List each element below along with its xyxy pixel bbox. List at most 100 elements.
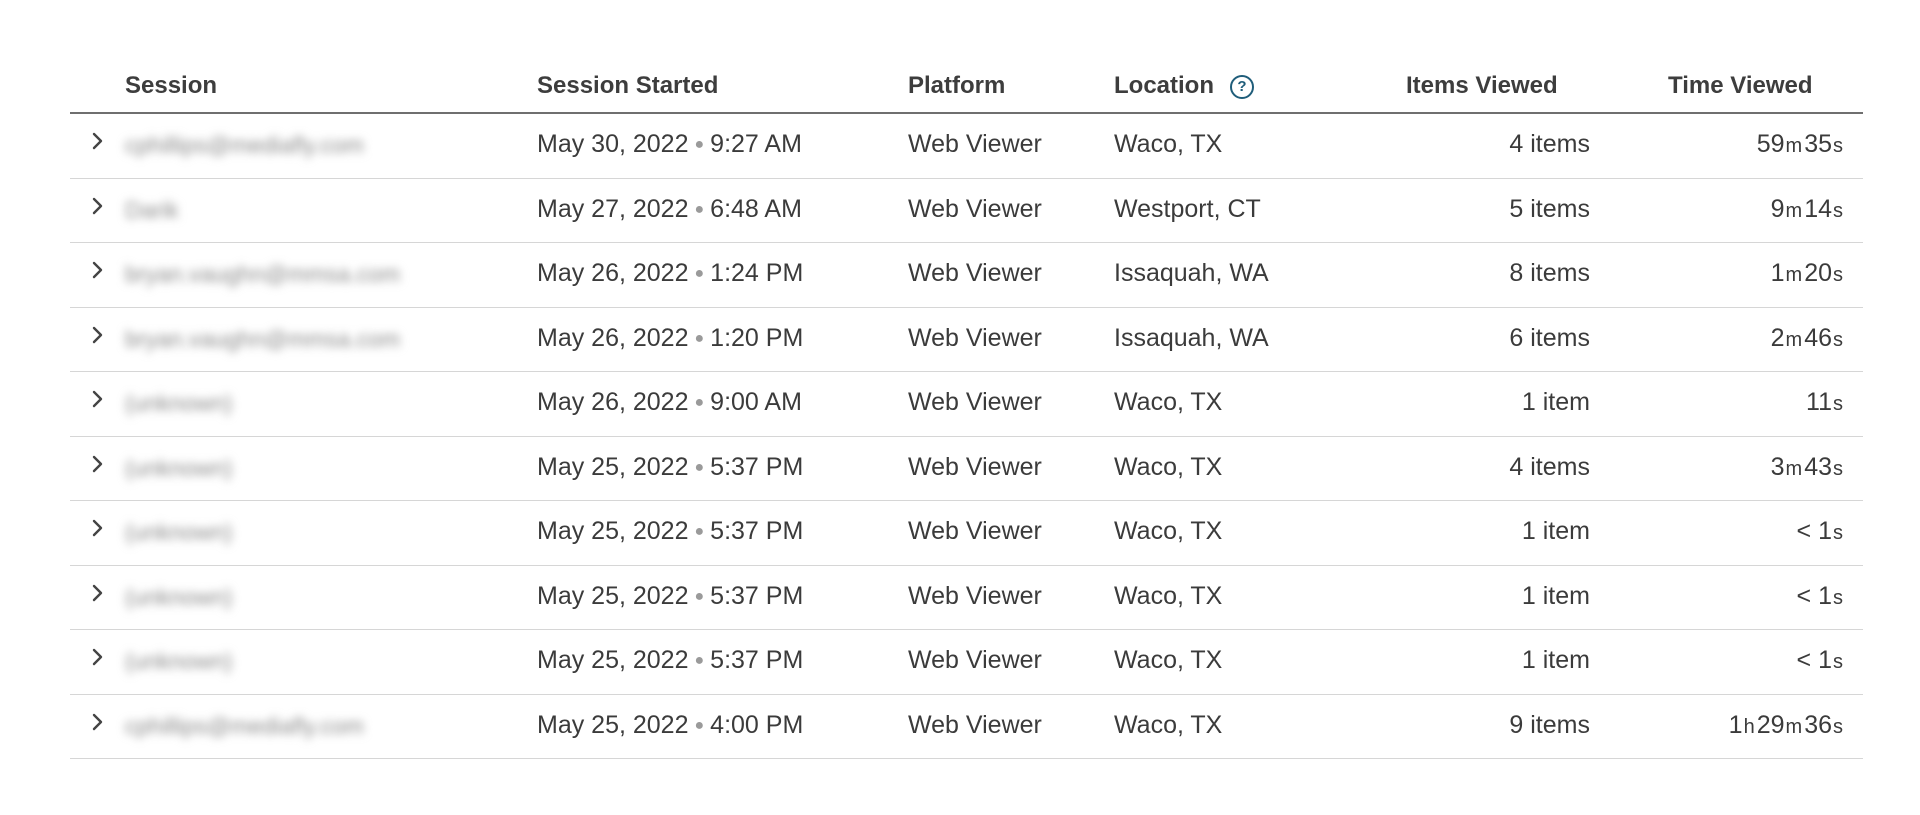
location: Issaquah, WA xyxy=(1114,323,1269,352)
chevron-right-icon[interactable] xyxy=(88,386,108,412)
session-started: May 25, 2022 ● 5:37 PM xyxy=(537,582,803,611)
time-viewed: 1h29m36s xyxy=(1729,711,1843,740)
duration-value: 9 xyxy=(1770,194,1785,223)
duration-unit: m xyxy=(1785,264,1803,286)
separator-dot: ● xyxy=(694,329,705,347)
location: Waco, TX xyxy=(1114,646,1223,674)
duration-value: 59 xyxy=(1756,130,1785,158)
column-header-location-label: Location xyxy=(1114,72,1214,99)
chevron-right-icon[interactable] xyxy=(88,644,108,670)
chevron-right-icon[interactable] xyxy=(88,322,108,348)
separator-dot: ● xyxy=(694,265,705,282)
chevron-right-icon[interactable] xyxy=(88,515,108,541)
session-time: 5:37 PM xyxy=(710,646,804,674)
platform: Web Viewer xyxy=(908,710,1042,739)
items-viewed: 1 item xyxy=(1521,388,1590,416)
help-icon[interactable]: ? xyxy=(1230,75,1254,99)
duration-value: 35 xyxy=(1804,130,1832,158)
column-header-session-started[interactable]: Session Started xyxy=(537,72,718,100)
table-header: Session Session Started Platform Locatio… xyxy=(70,62,1863,114)
separator-dot: ● xyxy=(694,587,705,605)
duration-unit: s xyxy=(1833,135,1843,157)
location: Waco, TX xyxy=(1114,452,1223,481)
duration-unit: s xyxy=(1833,715,1843,738)
location: Waco, TX xyxy=(1114,130,1223,158)
session-date: May 26, 2022 xyxy=(537,259,689,287)
session-started: May 25, 2022 ● 5:37 PM xyxy=(537,453,803,482)
duration-value: < 1 xyxy=(1796,646,1832,674)
items-viewed: 4 items xyxy=(1509,130,1590,158)
platform: Web Viewer xyxy=(908,646,1042,674)
table-row[interactable]: Darik May 27, 2022 ● 6:48 AM Web Viewer We… xyxy=(70,179,1863,243)
separator-dot: ● xyxy=(694,200,705,218)
time-viewed: 3m43s xyxy=(1771,453,1843,482)
items-viewed: 8 items xyxy=(1509,259,1590,287)
table-row[interactable]: (unknown) May 25, 2022 ● 5:37 PM Web Viewe… xyxy=(70,501,1863,566)
session-name: bryan.vaughn@mmsa.com xyxy=(125,325,401,352)
column-header-time-viewed[interactable]: Time Viewed xyxy=(1668,72,1813,100)
session-time: 9:00 AM xyxy=(710,388,802,416)
session-started: May 26, 2022 ● 1:24 PM xyxy=(537,259,803,288)
session-date: May 25, 2022 xyxy=(537,517,689,545)
items-viewed: 1 item xyxy=(1521,646,1590,674)
location: Waco, TX xyxy=(1114,388,1223,416)
duration-value: 29 xyxy=(1756,710,1785,739)
duration-unit: s xyxy=(1833,328,1843,351)
duration-value: 43 xyxy=(1804,452,1832,481)
items-viewed: 4 items xyxy=(1509,452,1590,481)
session-date: May 25, 2022 xyxy=(537,452,689,481)
time-viewed: < 1s xyxy=(1797,646,1843,675)
column-header-platform[interactable]: Platform xyxy=(908,72,1005,100)
duration-value: 20 xyxy=(1804,259,1832,287)
platform: Web Viewer xyxy=(908,581,1042,610)
location: Waco, TX xyxy=(1114,710,1223,739)
chevron-right-icon[interactable] xyxy=(88,193,108,219)
chevron-right-icon[interactable] xyxy=(88,257,108,283)
session-started: May 26, 2022 ● 9:00 AM xyxy=(537,388,802,417)
session-time: 9:27 AM xyxy=(710,130,802,158)
platform: Web Viewer xyxy=(908,388,1042,416)
session-started: May 26, 2022 ● 1:20 PM xyxy=(537,324,803,353)
chevron-right-icon[interactable] xyxy=(88,709,108,735)
table-row[interactable]: bryan.vaughn@mmsa.com May 26, 2022 ● 1:24 … xyxy=(70,243,1863,308)
session-date: May 26, 2022 xyxy=(537,323,689,352)
column-header-location[interactable]: Location? xyxy=(1114,72,1254,100)
time-viewed: < 1s xyxy=(1797,517,1843,546)
separator-dot: ● xyxy=(694,458,705,476)
session-name: Darik xyxy=(125,196,179,223)
column-header-session[interactable]: Session xyxy=(125,72,217,100)
location: Issaquah, WA xyxy=(1114,259,1269,287)
duration-value: 36 xyxy=(1804,710,1832,739)
platform: Web Viewer xyxy=(908,517,1042,545)
table-row[interactable]: bryan.vaughn@mmsa.com May 26, 2022 ● 1:20 … xyxy=(70,308,1863,372)
duration-unit: m xyxy=(1785,328,1803,351)
table-row[interactable]: (unknown) May 25, 2022 ● 5:37 PM Web Viewe… xyxy=(70,566,1863,630)
duration-value: 1 xyxy=(1770,259,1785,287)
column-header-items-viewed[interactable]: Items Viewed xyxy=(1406,72,1558,100)
time-viewed: 1m20s xyxy=(1771,259,1843,288)
duration-value: 3 xyxy=(1770,452,1785,481)
chevron-right-icon[interactable] xyxy=(88,580,108,606)
table-row[interactable]: cphillips@mediafly.com May 25, 2022 ● 4:00… xyxy=(70,695,1863,759)
session-time: 1:20 PM xyxy=(710,323,804,352)
platform: Web Viewer xyxy=(908,259,1042,287)
separator-dot: ● xyxy=(694,652,705,669)
sessions-table: Session Session Started Platform Locatio… xyxy=(70,62,1863,759)
platform: Web Viewer xyxy=(908,194,1042,223)
duration-unit: s xyxy=(1833,393,1843,415)
session-name: cphillips@mediafly.com xyxy=(125,712,364,739)
table-row[interactable]: cphillips@mediafly.com May 30, 2022 ● 9:27… xyxy=(70,114,1863,179)
table-row[interactable]: (unknown) May 25, 2022 ● 5:37 PM Web Viewe… xyxy=(70,437,1863,501)
table-row[interactable]: (unknown) May 26, 2022 ● 9:00 AM Web Viewe… xyxy=(70,372,1863,437)
items-viewed: 5 items xyxy=(1509,194,1590,223)
location: Waco, TX xyxy=(1114,517,1223,545)
time-viewed: 9m14s xyxy=(1771,195,1843,224)
chevron-right-icon[interactable] xyxy=(88,128,108,154)
session-time: 5:37 PM xyxy=(710,581,804,610)
chevron-right-icon[interactable] xyxy=(88,451,108,477)
table-row[interactable]: (unknown) May 25, 2022 ● 5:37 PM Web Viewe… xyxy=(70,630,1863,695)
session-name: (unknown) xyxy=(125,390,233,416)
duration-value: 2 xyxy=(1770,323,1785,352)
session-time: 1:24 PM xyxy=(710,259,804,287)
session-name: (unknown) xyxy=(125,519,233,545)
